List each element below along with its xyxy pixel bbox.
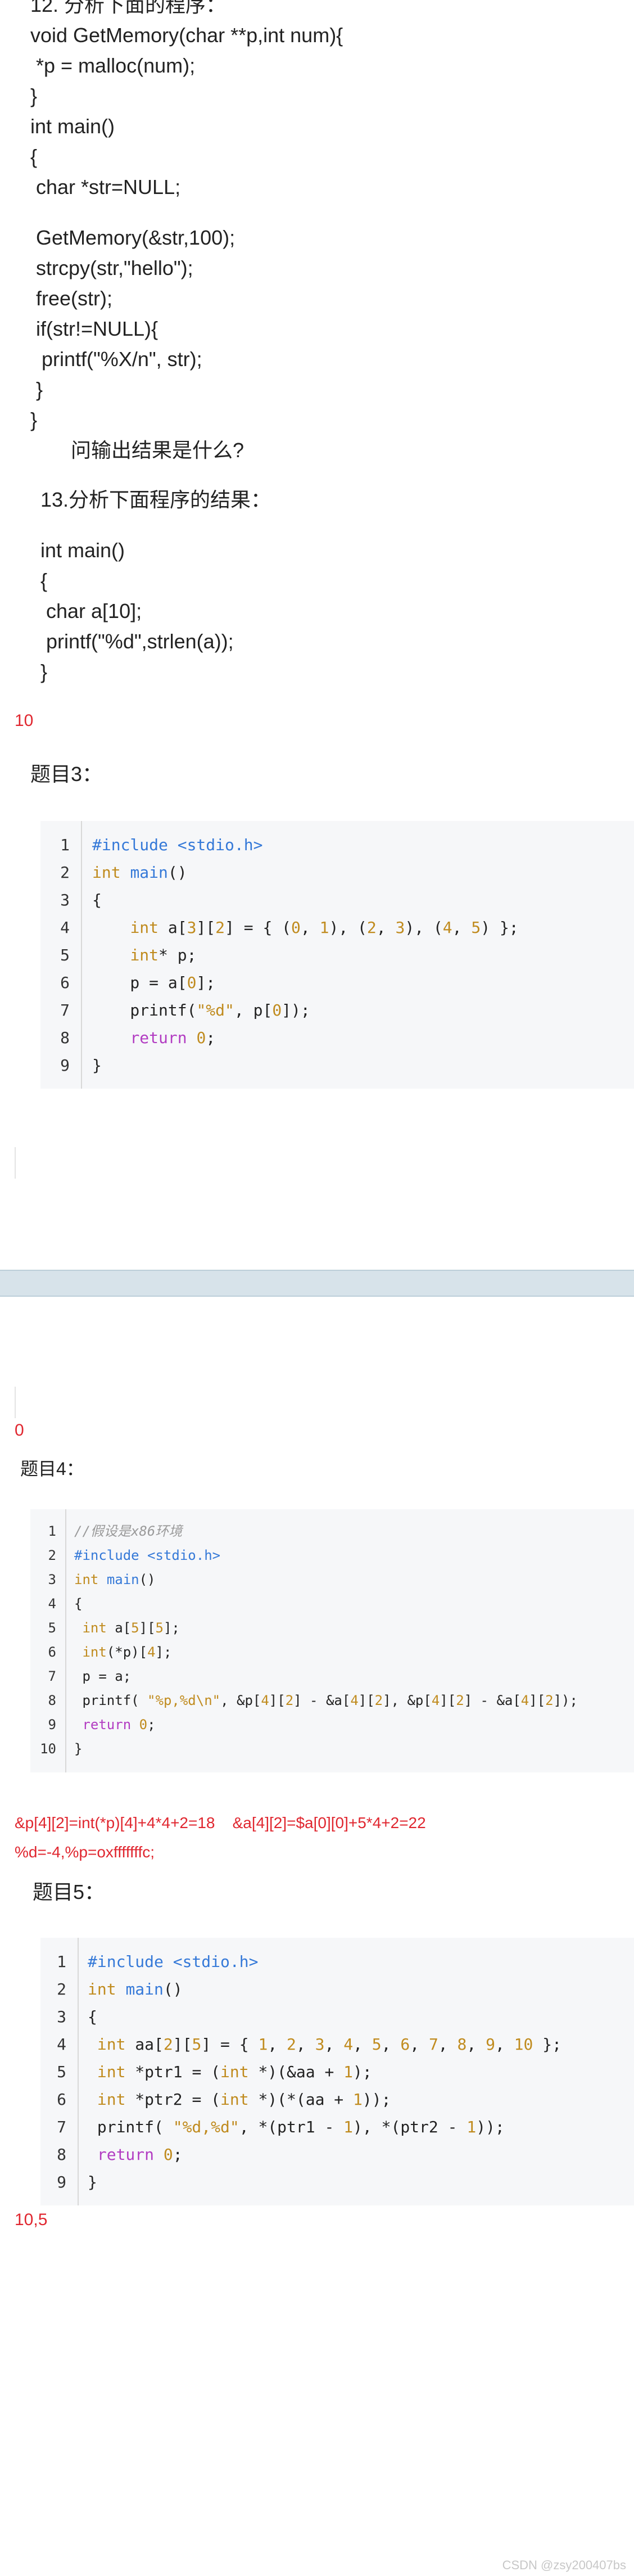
line-number: 4 <box>60 918 70 937</box>
line-number: 9 <box>60 1056 70 1075</box>
t4-answer-line2: %d=-4,%p=oxfffffffc; <box>15 1843 155 1861</box>
line-number: 2 <box>60 863 70 882</box>
t4-code-text: //假设是x86环境 #include <stdio.h> int main()… <box>74 1523 578 1757</box>
t3-code-text: #include <stdio.h> int main() { int a[3]… <box>92 836 519 1075</box>
line-number: 3 <box>57 2007 66 2026</box>
line-number: 10 <box>40 1741 56 1757</box>
t4-answer-line1: &p[4][2]=int(*p)[4]+4*4+2=18 &a[4][2]=$a… <box>15 1814 426 1831</box>
q13-title: 13.分析下面程序的结果： <box>40 488 271 511</box>
q12-line: char *str=NULL; <box>30 175 181 198</box>
q12-line: } <box>30 84 38 107</box>
q13-line: int main() <box>40 539 125 562</box>
q12-line: GetMemory(&str,100); <box>30 226 236 249</box>
line-number: 4 <box>57 2035 66 2054</box>
line-number: 2 <box>57 1980 66 1998</box>
line-number: 1 <box>57 1952 66 1971</box>
line-number: 3 <box>60 891 70 909</box>
line-number: 6 <box>57 2090 66 2109</box>
q12-line: int main() <box>30 115 115 138</box>
line-number: 7 <box>60 1001 70 1019</box>
q12-line: } <box>30 408 38 431</box>
q12-line: *p = malloc(num); <box>30 54 196 77</box>
line-number: 8 <box>60 1028 70 1047</box>
q13-line: } <box>40 660 48 683</box>
t5-code-block: 1 2 3 4 5 6 7 8 9 #include <stdio.h> int… <box>40 1938 634 2205</box>
q12-line: { <box>30 145 38 168</box>
line-number: 5 <box>48 1620 56 1636</box>
line-number: 4 <box>48 1596 56 1612</box>
line-number: 6 <box>60 973 70 992</box>
q12-line: strcpy(str,"hello"); <box>30 256 193 279</box>
q12-line: free(str); <box>30 287 113 310</box>
q12-title: 12. 分析下面的程序： <box>30 0 227 16</box>
line-number: 9 <box>57 2173 66 2191</box>
divider-tick <box>15 1147 16 1179</box>
t5-answer: 10,5 <box>15 2210 48 2229</box>
q12-line: } <box>30 378 43 401</box>
q12-question: 问输出结果是什么? <box>71 439 244 462</box>
t3-title: 题目3： <box>30 763 103 786</box>
t3-code-block: 1 2 3 4 5 6 7 8 9 #include <stdio.h> int… <box>40 821 634 1089</box>
line-number: 8 <box>57 2145 66 2164</box>
watermark: CSDN @zsy200407bs <box>502 2558 626 2572</box>
t5-line-numbers: 1 2 3 4 5 6 7 8 9 <box>40 1948 66 2196</box>
t3-answer: 0 <box>15 1421 24 1440</box>
q13-line: printf("%d",strlen(a)); <box>40 630 234 653</box>
line-number: 7 <box>48 1668 56 1684</box>
page-separator <box>0 1270 634 1297</box>
q13-answer: 10 <box>15 711 34 730</box>
line-number: 6 <box>48 1644 56 1660</box>
line-number: 9 <box>48 1717 56 1733</box>
line-number: 8 <box>48 1693 56 1708</box>
line-number: 5 <box>57 2063 66 2081</box>
q12-line: printf("%X/n", str); <box>30 348 202 371</box>
line-number: 2 <box>48 1548 56 1563</box>
q12-line: if(str!=NULL){ <box>30 317 158 340</box>
line-number: 5 <box>60 946 70 964</box>
line-number: 1 <box>60 836 70 854</box>
q13-line: { <box>40 569 48 592</box>
t5-code-text: #include <stdio.h> int main() { int aa[2… <box>88 1952 561 2191</box>
divider-tick <box>15 1387 16 1418</box>
q12-line: void GetMemory(char **p,int num){ <box>30 24 343 47</box>
q13-line: char a[10]; <box>40 599 142 622</box>
line-number: 7 <box>57 2118 66 2136</box>
t3-line-numbers: 1 2 3 4 5 6 7 8 9 <box>40 831 70 1079</box>
line-number: 3 <box>48 1572 56 1587</box>
t4-code-block: 1 2 3 4 5 6 7 8 9 10 //假设是x86环境 #include… <box>30 1509 634 1772</box>
t4-title: 题目4： <box>20 1459 84 1479</box>
line-number: 1 <box>48 1523 56 1539</box>
t5-title: 题目5： <box>33 1880 105 1903</box>
t4-line-numbers: 1 2 3 4 5 6 7 8 9 10 <box>30 1519 56 1761</box>
